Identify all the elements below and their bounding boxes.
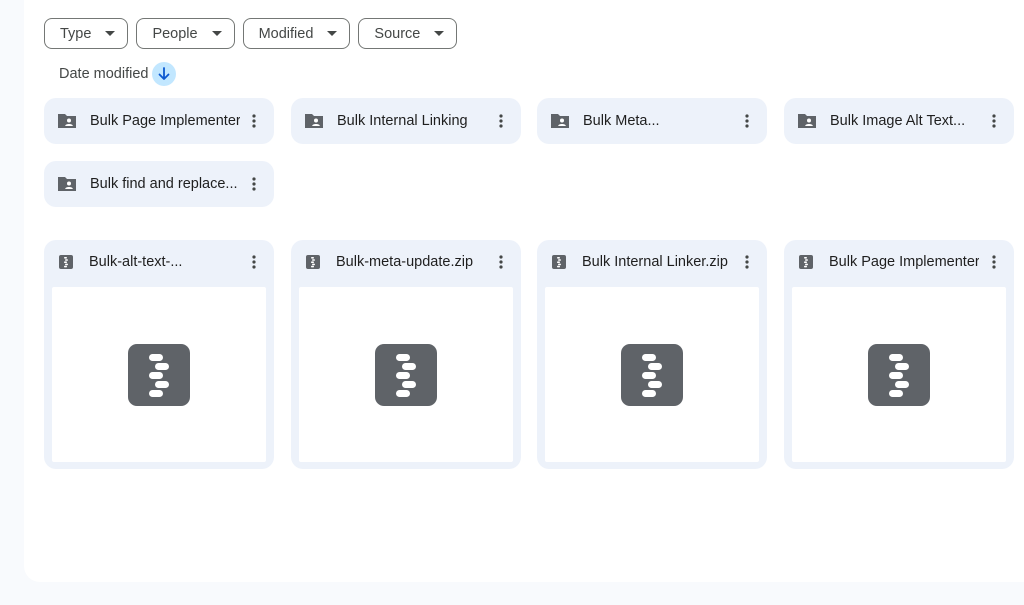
folder-name: Bulk find and replace...: [90, 176, 238, 192]
filter-label: Type: [60, 25, 92, 42]
shared-folder-icon: [550, 111, 570, 131]
file-name: Bulk Internal Linker.zip: [582, 254, 728, 270]
shared-folder-icon: [57, 111, 77, 131]
more-vert-icon[interactable]: [735, 250, 759, 274]
zip-archive-icon: [621, 343, 683, 406]
file-card[interactable]: Bulk Internal Linker.zip: [537, 240, 767, 469]
sort-direction-button[interactable]: [152, 62, 177, 86]
zip-archive-icon: [868, 343, 930, 406]
folder-card[interactable]: Bulk Internal Linking: [291, 98, 521, 144]
more-vert-icon[interactable]: [242, 109, 266, 133]
filter-bar: Type People Modified Source: [44, 18, 458, 49]
zip-archive-icon: [305, 254, 321, 270]
filter-label: Source: [374, 25, 421, 42]
more-vert-icon[interactable]: [242, 250, 266, 274]
file-name: Bulk Page Implementer: [829, 254, 979, 270]
folder-card[interactable]: Bulk Page Implementer: [44, 98, 274, 144]
caret-down-icon: [327, 31, 338, 36]
main-content: Type People Modified Source Date modifie…: [24, 0, 1024, 582]
caret-down-icon: [211, 31, 222, 36]
zip-archive-icon: [551, 254, 567, 270]
more-vert-icon[interactable]: [982, 250, 1006, 274]
folder-name: Bulk Meta...: [583, 113, 660, 129]
more-vert-icon[interactable]: [489, 250, 513, 274]
file-name: Bulk-meta-update.zip: [336, 254, 474, 270]
caret-down-icon: [105, 31, 116, 36]
zip-archive-icon: [58, 254, 74, 270]
file-thumbnail[interactable]: [52, 287, 266, 462]
filter-label: People: [152, 25, 198, 42]
more-vert-icon[interactable]: [489, 109, 513, 133]
caret-down-icon: [434, 31, 445, 36]
folder-name: Bulk Internal Linking: [337, 113, 468, 129]
folder-card[interactable]: Bulk Image Alt Text...: [784, 98, 1014, 144]
folder-card[interactable]: Bulk find and replace...: [44, 161, 274, 207]
sort-bar: Date modified: [59, 62, 177, 86]
folder-name: Bulk Page Implementer: [90, 113, 240, 129]
filter-source-button[interactable]: Source: [358, 18, 458, 49]
zip-archive-icon: [128, 343, 190, 406]
zip-archive-icon: [375, 343, 437, 406]
sort-label[interactable]: Date modified: [59, 66, 148, 82]
more-vert-icon[interactable]: [242, 172, 266, 196]
file-card[interactable]: Bulk-meta-update.zip: [291, 240, 521, 469]
zip-archive-icon: [798, 254, 814, 270]
filter-label: Modified: [258, 25, 314, 42]
file-thumbnail[interactable]: [299, 287, 513, 462]
file-card[interactable]: Bulk Page Implementer: [784, 240, 1014, 469]
filter-modified-button[interactable]: Modified: [242, 18, 351, 49]
arrow-down-icon: [157, 67, 171, 81]
filter-type-button[interactable]: Type: [44, 18, 129, 49]
more-vert-icon[interactable]: [735, 109, 759, 133]
file-name: Bulk-alt-text-...: [89, 254, 183, 270]
file-thumbnail[interactable]: [545, 287, 759, 462]
shared-folder-icon: [797, 111, 817, 131]
more-vert-icon[interactable]: [982, 109, 1006, 133]
folder-card[interactable]: Bulk Meta...: [537, 98, 767, 144]
file-card[interactable]: Bulk-alt-text-...: [44, 240, 274, 469]
filter-people-button[interactable]: People: [136, 18, 235, 49]
file-thumbnail[interactable]: [792, 287, 1006, 462]
shared-folder-icon: [57, 174, 77, 194]
folder-name: Bulk Image Alt Text...: [830, 113, 966, 129]
shared-folder-icon: [304, 111, 324, 131]
